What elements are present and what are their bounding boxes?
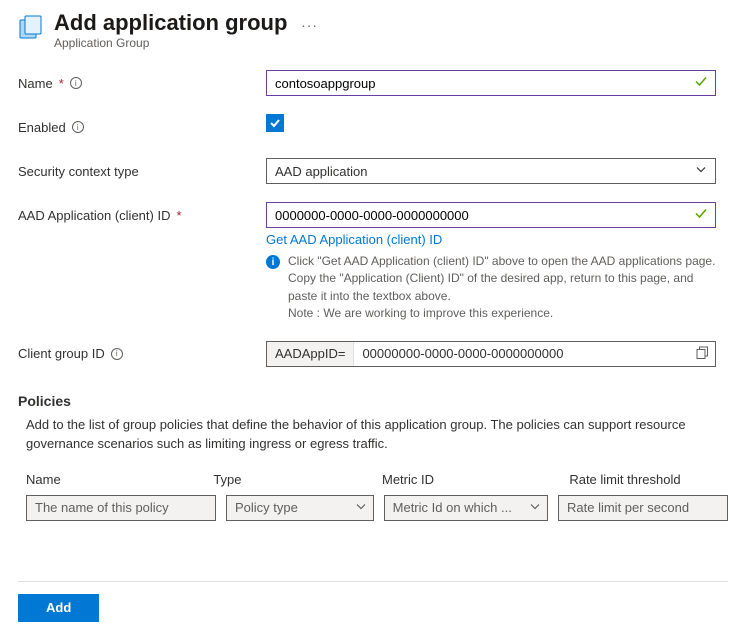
info-icon[interactable]: i	[111, 348, 123, 360]
more-options-icon[interactable]: ···	[301, 17, 318, 33]
required-indicator: *	[176, 208, 181, 223]
enabled-label: Enabled i	[18, 114, 266, 140]
policy-threshold-input[interactable]	[558, 495, 728, 521]
validation-check-icon	[694, 75, 708, 92]
policy-col-name: Name	[26, 472, 203, 487]
page-title: Add application group	[54, 10, 287, 36]
validation-check-icon	[694, 207, 708, 224]
required-indicator: *	[59, 76, 64, 91]
policy-metric-select[interactable]: Metric Id on which ...	[384, 495, 548, 521]
security-context-label: Security context type	[18, 158, 266, 184]
chevron-down-icon	[695, 164, 707, 179]
policy-col-metric: Metric ID	[382, 472, 559, 487]
app-group-icon	[18, 14, 44, 40]
policy-name-input[interactable]	[26, 495, 216, 521]
policy-table-row: Policy type Metric Id on which ...	[26, 495, 728, 521]
page-subtitle: Application Group	[54, 36, 318, 50]
chevron-down-icon	[355, 500, 367, 515]
name-label: Name* i	[18, 70, 266, 96]
chevron-down-icon	[529, 500, 541, 515]
info-icon: i	[266, 255, 280, 269]
enabled-checkbox[interactable]	[266, 114, 284, 132]
policy-type-select[interactable]: Policy type	[226, 495, 374, 521]
add-button[interactable]: Add	[18, 594, 99, 622]
client-group-id-value: 00000000-0000-0000-0000000000	[354, 346, 715, 361]
copy-icon[interactable]	[696, 346, 709, 362]
name-input[interactable]	[266, 70, 716, 96]
aad-help-text: Click "Get AAD Application (client) ID" …	[288, 253, 716, 323]
info-icon[interactable]: i	[70, 77, 82, 89]
get-aad-client-id-link[interactable]: Get AAD Application (client) ID	[266, 232, 442, 247]
page-header: Add application group ··· Application Gr…	[18, 10, 728, 50]
client-group-id-field: AADAppID= 00000000-0000-0000-0000000000	[266, 341, 716, 367]
policy-col-threshold: Rate limit threshold	[569, 472, 728, 487]
policy-col-type: Type	[213, 472, 372, 487]
client-group-id-label: Client group ID i	[18, 341, 266, 367]
policies-heading: Policies	[18, 393, 728, 409]
info-icon[interactable]: i	[72, 121, 84, 133]
policies-description: Add to the list of group policies that d…	[26, 415, 726, 454]
policy-table-header: Name Type Metric ID Rate limit threshold	[26, 472, 728, 487]
aad-client-id-label: AAD Application (client) ID*	[18, 202, 266, 228]
client-group-id-prefix: AADAppID=	[267, 342, 354, 366]
security-context-select[interactable]: AAD application	[266, 158, 716, 184]
aad-client-id-input[interactable]	[266, 202, 716, 228]
